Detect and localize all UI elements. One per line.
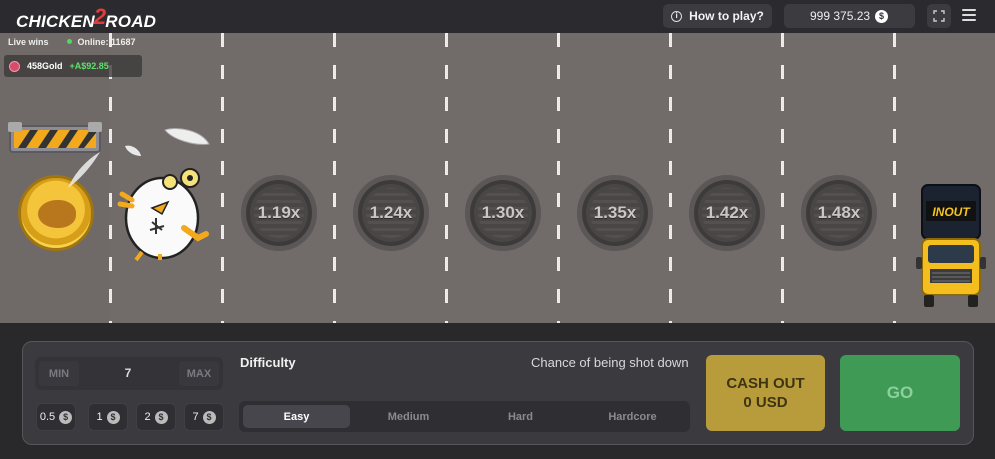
- difficulty-hard-label: Hard: [507, 410, 534, 423]
- how-to-play-button[interactable]: i How to play?: [663, 4, 772, 28]
- truck-brand-text: INOUT: [932, 205, 971, 219]
- quick-bet-0-5[interactable]: 0.5 $: [36, 403, 76, 431]
- cash-out-amount: 0 USD: [743, 394, 788, 411]
- chance-label: Chance of being shot down: [531, 355, 689, 370]
- menu-icon: [962, 9, 976, 11]
- quick-bet-1[interactable]: 1 $: [88, 403, 128, 431]
- multiplier-label: 1.42x: [705, 203, 749, 222]
- max-bet-button[interactable]: MAX: [179, 361, 219, 386]
- min-label: MIN: [48, 367, 70, 380]
- coin-icon: $: [154, 410, 168, 424]
- coin-icon: $: [59, 410, 73, 424]
- truck-icon: INOUT: [916, 184, 986, 307]
- lane-divider: [221, 33, 224, 323]
- manhole-step-2[interactable]: 1.24x: [353, 175, 429, 251]
- difficulty-title: Difficulty: [240, 355, 296, 370]
- expand-icon: [933, 10, 945, 22]
- logo-text-number: 2: [93, 4, 107, 29]
- roast-chicken-icon: [38, 200, 76, 228]
- balance-display: 999 375.23 $: [784, 4, 915, 28]
- manhole-step-3[interactable]: 1.30x: [465, 175, 541, 251]
- online-count: Online: 11687: [66, 37, 136, 47]
- online-dot-icon: [66, 39, 72, 44]
- online-count-text: Online: 11687: [77, 37, 136, 47]
- winner-name: 458Gold: [27, 61, 63, 71]
- game-logo: CHICKEN2ROAD: [16, 4, 156, 31]
- logo-text-left: CHICKEN: [16, 12, 95, 31]
- cash-out-button[interactable]: CASH OUT 0 USD: [706, 355, 825, 431]
- coin-icon: $: [106, 410, 120, 424]
- difficulty-hardcore-label: Hardcore: [608, 410, 657, 423]
- manhole-step-6[interactable]: 1.48x: [801, 175, 877, 251]
- lane-divider: [781, 33, 784, 323]
- avatar: [9, 60, 20, 72]
- menu-icon-bar: [962, 19, 976, 21]
- multiplier-label: 1.30x: [481, 203, 525, 222]
- balance-amount: 999 375.23: [810, 9, 871, 23]
- max-label: MAX: [186, 367, 212, 380]
- live-win-entry: 458Gold +A$92.85: [4, 55, 142, 77]
- quick-bet-label: 7: [192, 411, 199, 423]
- how-to-play-label: How to play?: [689, 9, 764, 23]
- live-wins-bar: Live wins Online: 11687: [8, 37, 136, 47]
- coin-icon: $: [202, 410, 216, 424]
- min-bet-button[interactable]: MIN: [39, 361, 79, 386]
- dollar-coin-icon: $: [875, 10, 888, 23]
- difficulty-medium-label: Medium: [387, 410, 430, 423]
- multiplier-label: 1.35x: [593, 203, 637, 222]
- logo-text-right: ROAD: [105, 12, 157, 31]
- go-button[interactable]: GO: [840, 355, 960, 431]
- feather-icon: [164, 128, 210, 145]
- manhole-step-4[interactable]: 1.35x: [577, 175, 653, 251]
- chicken-character-icon: [117, 168, 209, 262]
- multiplier-label: 1.24x: [369, 203, 413, 222]
- manhole-step-5[interactable]: 1.42x: [689, 175, 765, 251]
- fullscreen-button[interactable]: [927, 4, 951, 28]
- difficulty-medium[interactable]: Medium: [355, 405, 462, 428]
- lane-divider: [893, 33, 896, 323]
- quick-bet-7[interactable]: 7 $: [184, 403, 224, 431]
- manhole-step-1[interactable]: 1.19x: [241, 175, 317, 251]
- lane-divider: [557, 33, 560, 323]
- quick-bet-label: 1: [96, 411, 103, 423]
- info-icon: i: [671, 10, 683, 22]
- difficulty-easy[interactable]: Easy: [243, 405, 350, 428]
- multiplier-label: 1.48x: [817, 203, 861, 222]
- winner-amount: +A$92.85: [69, 61, 109, 71]
- top-bar: CHICKEN2ROAD i How to play? 999 375.23 $: [0, 0, 995, 33]
- go-label: GO: [886, 383, 914, 402]
- difficulty-hard[interactable]: Hard: [467, 405, 574, 428]
- quick-bet-2[interactable]: 2 $: [136, 403, 176, 431]
- lane-divider: [333, 33, 336, 323]
- quick-bet-label: 2: [144, 411, 151, 423]
- difficulty-hardcore[interactable]: Hardcore: [579, 405, 686, 428]
- difficulty-selector: Easy Medium Hard Hardcore: [239, 401, 690, 432]
- lane-divider: [445, 33, 448, 323]
- multiplier-label: 1.19x: [257, 203, 301, 222]
- menu-icon-bar: [962, 14, 976, 16]
- bet-amount-input[interactable]: 7: [105, 366, 151, 380]
- live-wins-label: Live wins: [8, 37, 49, 47]
- menu-button[interactable]: [962, 9, 976, 23]
- lane-divider: [669, 33, 672, 323]
- feather-icon: [68, 152, 100, 188]
- difficulty-easy-label: Easy: [283, 410, 310, 423]
- feather-icon: [125, 145, 141, 156]
- cash-out-label: CASH OUT: [726, 375, 805, 392]
- quick-bet-label: 0.5: [39, 411, 56, 423]
- bet-amount-control: MIN 7 MAX: [35, 357, 223, 390]
